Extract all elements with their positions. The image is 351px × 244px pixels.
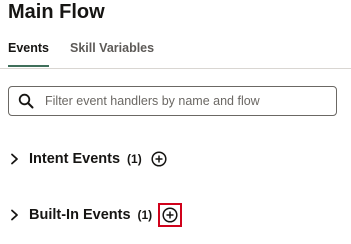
chevron-right-icon[interactable] [8,152,22,166]
add-built-in-event-button[interactable] [158,203,183,227]
section-count: (1) [127,152,142,166]
tab-events[interactable]: Events [8,36,49,67]
section-label: Intent Events [29,151,121,167]
tab-bar: Events Skill Variables [0,36,351,69]
section-count: (1) [137,208,153,222]
section-intent-events[interactable]: Intent Events (1) [8,148,168,170]
section-built-in-events[interactable]: Built-In Events (1) [8,203,183,227]
search-icon [18,93,34,109]
main-flow-panel: Main Flow Events Skill Variables Intent … [0,0,351,244]
tab-skill-variables[interactable]: Skill Variables [70,36,154,66]
search-field[interactable] [8,86,337,116]
search-input[interactable] [45,90,325,112]
page-title: Main Flow [8,1,105,23]
section-label: Built-In Events [29,207,131,223]
add-circle-icon [151,151,167,167]
add-circle-icon [162,207,178,223]
add-intent-event-button[interactable] [150,150,168,168]
chevron-right-icon[interactable] [8,208,22,222]
